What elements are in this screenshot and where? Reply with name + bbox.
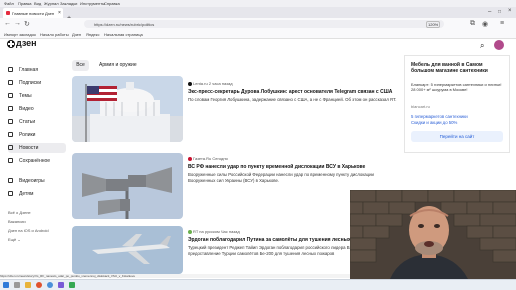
source-logo-icon	[188, 229, 192, 234]
browser-status-url: https://dzen.ru/news/story/Vs_RF_naneslo…	[0, 274, 350, 278]
footer-link-jobs[interactable]: Вакансии	[8, 219, 26, 224]
home-icon	[8, 67, 13, 72]
gamepad-icon	[8, 178, 13, 183]
browser-tab-active[interactable]: Главные новости Дзен ×	[3, 8, 63, 18]
news-title[interactable]: ВС РФ нанесли удар по пункту временной д…	[188, 164, 365, 170]
logo-text: дзен	[16, 38, 37, 48]
menu-help[interactable]: Справка	[104, 1, 120, 6]
bookmark-icon	[8, 158, 13, 163]
footer-link-apps[interactable]: Дзен на iOS и Android	[8, 228, 49, 233]
news-source[interactable]: RT на русском Час назад	[188, 229, 240, 234]
news-source[interactable]: Газета.Ru Сегодня	[188, 156, 228, 161]
dzen-logo-icon	[7, 40, 15, 48]
ad-site[interactable]: blanсart.ru	[411, 104, 430, 109]
bookmark-item[interactable]: Начальная страница	[104, 32, 143, 37]
os-taskbar	[0, 279, 516, 290]
news-image-capitol	[72, 76, 183, 142]
news-source[interactable]: Lenta.ru 2 часа назад	[188, 81, 233, 86]
news-description: По словам Георгия Лобушкина, задержание …	[188, 97, 397, 102]
ad-description: Бланкарт: 5 гипермаркетов сантехники и п…	[411, 82, 502, 92]
reload-icon[interactable]: ↻	[24, 20, 30, 28]
minimize-icon[interactable]: –	[488, 9, 491, 15]
account-icon[interactable]: ◉	[482, 20, 488, 28]
articles-icon	[8, 119, 13, 124]
sidebar-item-saved[interactable]: Сохранённое	[8, 157, 66, 165]
explorer-icon[interactable]	[25, 282, 31, 288]
bookmark-item[interactable]: Импорт закладок	[4, 32, 36, 37]
bookmark-item[interactable]: Начало работы	[40, 32, 69, 37]
news-icon	[8, 145, 13, 150]
extensions-icon[interactable]: ⧉	[470, 20, 475, 28]
menu-tools[interactable]: Инструменты	[80, 1, 105, 6]
browser-tabbar: Главные новости Дзен × + – □ ×	[0, 7, 516, 22]
ad-link[interactable]: 5 гипермаркетов сантехники	[411, 114, 468, 119]
sidebar-item-home[interactable]: Главная	[8, 66, 66, 74]
sidebar-item-kids[interactable]: Детям	[8, 190, 66, 198]
close-tab-icon[interactable]: ×	[58, 10, 61, 16]
sidebar-item-news[interactable]: Новости	[8, 143, 66, 153]
chevron-down-icon: ⌄	[17, 237, 21, 242]
sidebar-item-topics[interactable]: Темы	[8, 92, 66, 100]
chip-all[interactable]: Все	[72, 60, 89, 71]
browser-menubar: Файл Правка Вид Журнал Закладки Инструме…	[0, 0, 516, 7]
chip-army[interactable]: Армия и оружие	[96, 60, 140, 71]
news-card[interactable]: Lenta.ru 2 часа назад Экс-пресс-секретар…	[72, 76, 398, 146]
source-logo-icon	[188, 81, 192, 86]
sidebar-item-subscriptions[interactable]: Подписки	[8, 79, 66, 87]
ad-go-button[interactable]: Перейти на сайт	[411, 131, 503, 142]
address-bar[interactable]: https://dzen.ru/news/rubric/politics	[84, 20, 444, 28]
tab-title: Главные новости Дзен	[12, 11, 55, 16]
dzen-favicon-icon	[6, 11, 10, 15]
address-text: https://dzen.ru/news/rubric/politics	[94, 22, 155, 27]
subscriptions-icon	[8, 80, 13, 85]
news-image-plane	[72, 226, 183, 274]
webcam-overlay	[350, 190, 516, 279]
chrome-icon[interactable]	[47, 282, 53, 288]
start-icon[interactable]	[3, 282, 9, 288]
bookmarks-bar: Импорт закладок Начало работы Дзен Яндек…	[0, 31, 516, 39]
close-window-icon[interactable]: ×	[508, 8, 512, 14]
menu-bookmarks[interactable]: Закладки	[60, 1, 77, 6]
bookmark-item[interactable]: Дзен	[72, 32, 81, 37]
topics-icon	[8, 93, 13, 98]
sidebar-item-articles[interactable]: Статьи	[8, 118, 66, 126]
search-icon[interactable]	[14, 282, 20, 288]
zoom-level[interactable]: 120%	[426, 21, 441, 28]
sidebar-item-video[interactable]: Видео	[8, 105, 66, 113]
search-icon[interactable]: ⌕	[480, 41, 484, 51]
video-icon	[8, 106, 13, 111]
ad-block[interactable]: Мебель для ванной в Самом большом магази…	[404, 55, 510, 153]
app-icon[interactable]	[69, 282, 75, 288]
maximize-icon[interactable]: □	[498, 9, 501, 15]
news-title[interactable]: Эрдоган поблагодарил Путина за самолёты …	[188, 237, 362, 243]
menu-history[interactable]: Журнал	[44, 1, 59, 6]
ad-title[interactable]: Мебель для ванной в Самом большом магази…	[411, 62, 505, 74]
app-menu-icon[interactable]: ≡	[500, 20, 504, 27]
kids-icon	[8, 191, 13, 196]
app-icon[interactable]	[58, 282, 64, 288]
footer-link-about[interactable]: Всё о Дзене	[8, 210, 31, 215]
news-description: Вооруженные силы Российской Федерации на…	[188, 172, 374, 183]
news-image-sirens	[72, 153, 183, 219]
forward-icon[interactable]: →	[14, 20, 21, 27]
bookmark-item[interactable]: Яндекс	[86, 32, 99, 37]
menu-view[interactable]: Вид	[34, 1, 41, 6]
ad-link[interactable]: Скидки и акции до 50%	[411, 120, 457, 125]
avatar[interactable]	[494, 40, 504, 50]
source-logo-icon	[188, 156, 192, 161]
firefox-icon[interactable]	[36, 282, 42, 288]
sidebar-item-shorts[interactable]: Ролики	[8, 131, 66, 139]
sidebar-item-videogames[interactable]: Видеоигры	[8, 177, 66, 185]
menu-file[interactable]: Файл	[4, 1, 14, 6]
menu-edit[interactable]: Правка	[18, 1, 32, 6]
footer-link-more[interactable]: Ещё ⌄	[8, 237, 21, 242]
back-icon[interactable]: ←	[4, 20, 11, 27]
browser-toolbar: ← → ↻ https://dzen.ru/news/rubric/politi…	[0, 18, 516, 32]
news-title[interactable]: Экс-пресс-секретарь Дурова Лобушкин: аре…	[188, 89, 392, 95]
shorts-icon	[8, 132, 13, 137]
